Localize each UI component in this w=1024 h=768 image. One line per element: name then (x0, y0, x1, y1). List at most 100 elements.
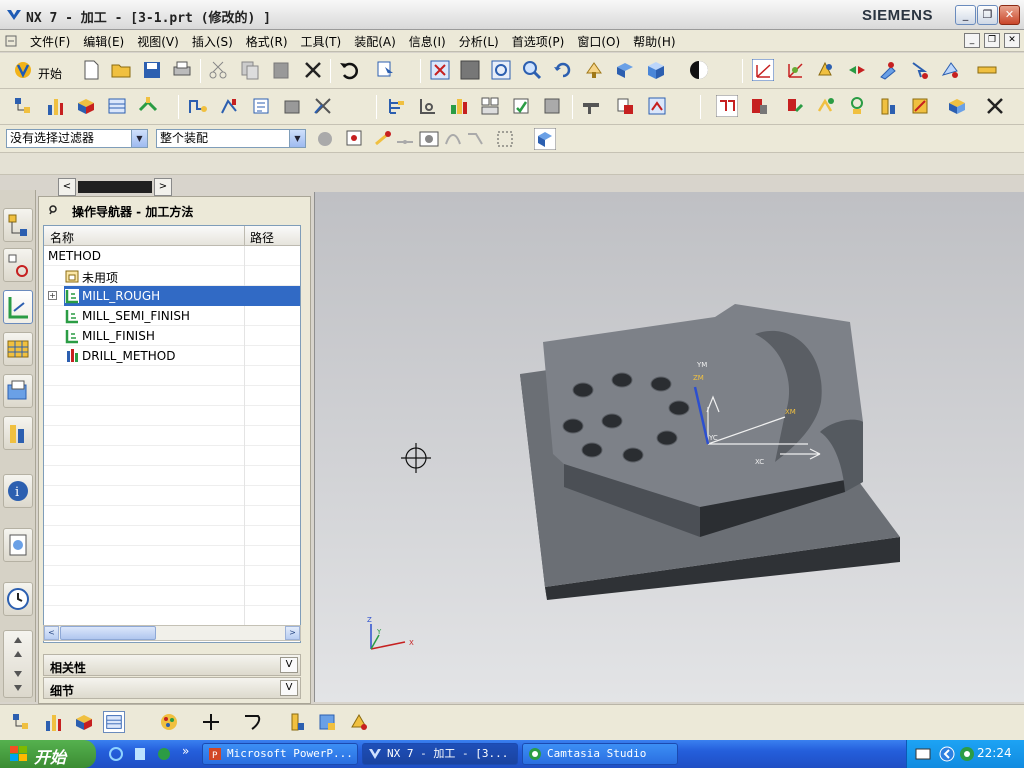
tree-row-mill-finish[interactable]: MILL_FINISH (44, 326, 300, 346)
list-toolpath-icon[interactable] (250, 95, 272, 117)
restore-button[interactable]: ❐ (977, 5, 998, 25)
resource-constraint-navigator[interactable] (3, 248, 33, 282)
fit-view-icon[interactable] (429, 59, 451, 81)
delete-toolpath-icon[interactable] (312, 95, 334, 117)
bottom-tool-icon[interactable] (286, 711, 308, 733)
ie-quicklaunch-icon[interactable] (108, 746, 124, 762)
shop-doc-icon[interactable] (614, 95, 636, 117)
resource-assembly-navigator[interactable] (3, 208, 33, 242)
generate-toolpath-icon[interactable] (186, 95, 208, 117)
column-path-header[interactable]: 路径 (250, 229, 274, 246)
resource-web-browser[interactable]: i (3, 474, 33, 508)
pan-icon[interactable] (583, 59, 605, 81)
new-file-icon[interactable] (80, 59, 102, 81)
filter-settings-icon[interactable] (314, 128, 336, 150)
resource-history-palette[interactable] (3, 528, 33, 562)
tree-row-drill-method[interactable]: DRILL_METHOD (44, 346, 300, 366)
menu-help[interactable]: 帮助(H) (633, 33, 675, 50)
create-geometry-icon[interactable] (75, 95, 97, 117)
cutter-icon[interactable] (909, 95, 931, 117)
zoom-window-icon[interactable] (459, 59, 481, 81)
bottom-workpiece-icon[interactable] (316, 711, 338, 733)
resource-machine-navigator[interactable] (3, 332, 33, 366)
details-section[interactable]: 细节 V (43, 677, 301, 699)
object-icon[interactable] (846, 95, 868, 117)
keyboard-icon[interactable] (915, 747, 931, 761)
expand-toggle[interactable]: + (48, 291, 57, 300)
menu-preferences[interactable]: 首选项(P) (512, 33, 565, 50)
column-divider[interactable] (244, 226, 245, 246)
copy-icon[interactable] (239, 59, 261, 81)
edge-select-icon[interactable] (464, 128, 486, 150)
program-order-view-icon[interactable] (386, 95, 408, 117)
menu-information[interactable]: 信息(I) (409, 33, 446, 50)
chevron-down-icon[interactable]: V (280, 657, 298, 673)
resource-operation-navigator[interactable] (3, 290, 33, 324)
scroll-left-button[interactable]: < (44, 626, 59, 640)
menu-format[interactable]: 格式(R) (246, 33, 288, 50)
open-folder-icon[interactable] (110, 59, 132, 81)
save-icon[interactable] (141, 59, 163, 81)
assembly-scope-select[interactable]: 整个装配 ▼ (156, 129, 306, 148)
rectangle-select-icon[interactable] (494, 128, 516, 150)
tray-expand-icon[interactable] (939, 746, 955, 762)
tree-row-unused[interactable]: 未用项 (44, 266, 300, 286)
media-quicklaunch-icon[interactable] (132, 746, 148, 762)
column-name-header[interactable]: 名称 (50, 229, 74, 246)
task-camtasia[interactable]: Camtasia Studio (522, 743, 678, 765)
task-nx[interactable]: NX 7 - 加工 - [3... (362, 743, 518, 765)
wcs-icon[interactable] (752, 59, 774, 81)
part-model-canvas[interactable]: YM ZM XM YC XC Z Y X (315, 192, 1024, 702)
cube-select-icon[interactable] (534, 128, 556, 150)
minimize-button[interactable]: _ (955, 5, 976, 25)
splitter-left-button[interactable]: < (58, 178, 76, 196)
create-operation-icon[interactable] (137, 95, 159, 117)
splitter-right-button[interactable]: > (154, 178, 172, 196)
output-cls-icon[interactable] (646, 95, 668, 117)
create-program-icon[interactable] (10, 711, 32, 733)
relations-section[interactable]: 相关性 V (43, 654, 301, 676)
close-button[interactable]: ✕ (999, 5, 1020, 25)
scroll-thumb[interactable] (60, 626, 156, 640)
create-tool-icon[interactable] (42, 711, 64, 733)
snap-point-icon[interactable] (344, 128, 366, 150)
render-style-icon[interactable] (645, 59, 667, 81)
task-powerpoint[interactable]: P Microsoft PowerP... (202, 743, 358, 765)
resource-reuse-library[interactable] (3, 374, 33, 408)
rotate-icon[interactable] (552, 59, 574, 81)
panel-splitter[interactable]: < > (58, 178, 174, 196)
splitter-track[interactable] (78, 181, 152, 193)
post-process-icon[interactable] (580, 95, 602, 117)
delete-icon[interactable] (302, 59, 324, 81)
tool-icon[interactable] (877, 95, 899, 117)
selection-filter-select[interactable]: 没有选择过滤器 ▼ (6, 129, 148, 148)
point-constructor-icon[interactable] (200, 711, 222, 733)
bottom-transform-icon[interactable] (348, 711, 370, 733)
chevron-down-icon[interactable]: ▼ (131, 130, 147, 147)
snap-icon[interactable] (908, 59, 930, 81)
create-method-icon[interactable] (103, 711, 125, 733)
remove-icon[interactable] (984, 95, 1006, 117)
undo-icon[interactable] (338, 59, 360, 81)
create-method-icon[interactable] (106, 95, 128, 117)
start-menu-button[interactable]: 开始 (38, 65, 62, 82)
resource-hd3d-tools[interactable] (3, 416, 33, 450)
desktop-quicklaunch-icon[interactable] (156, 746, 172, 762)
menu-insert[interactable]: 插入(S) (192, 33, 233, 50)
tree-row-mill-rough[interactable]: + MILL_ROUGH (44, 286, 300, 306)
replay-toolpath-icon[interactable] (218, 95, 240, 117)
start-icon[interactable] (12, 59, 34, 81)
menu-tools[interactable]: 工具(T) (301, 33, 342, 50)
endpoint-icon[interactable] (372, 128, 394, 150)
chevron-down-icon[interactable]: ▼ (289, 130, 305, 147)
verify-toolpath-icon[interactable] (281, 95, 303, 117)
graphics-window[interactable]: YM ZM XM YC XC Z Y X (314, 192, 1024, 702)
zoom-icon[interactable] (490, 59, 512, 81)
menu-view[interactable]: 视图(V) (137, 33, 179, 50)
menu-window[interactable]: 窗口(O) (577, 33, 620, 50)
curve-tool-icon[interactable] (242, 711, 264, 733)
paste-icon[interactable] (270, 59, 292, 81)
pin-icon[interactable] (47, 204, 59, 216)
print-icon[interactable] (171, 59, 193, 81)
axis-icon[interactable] (846, 59, 868, 81)
